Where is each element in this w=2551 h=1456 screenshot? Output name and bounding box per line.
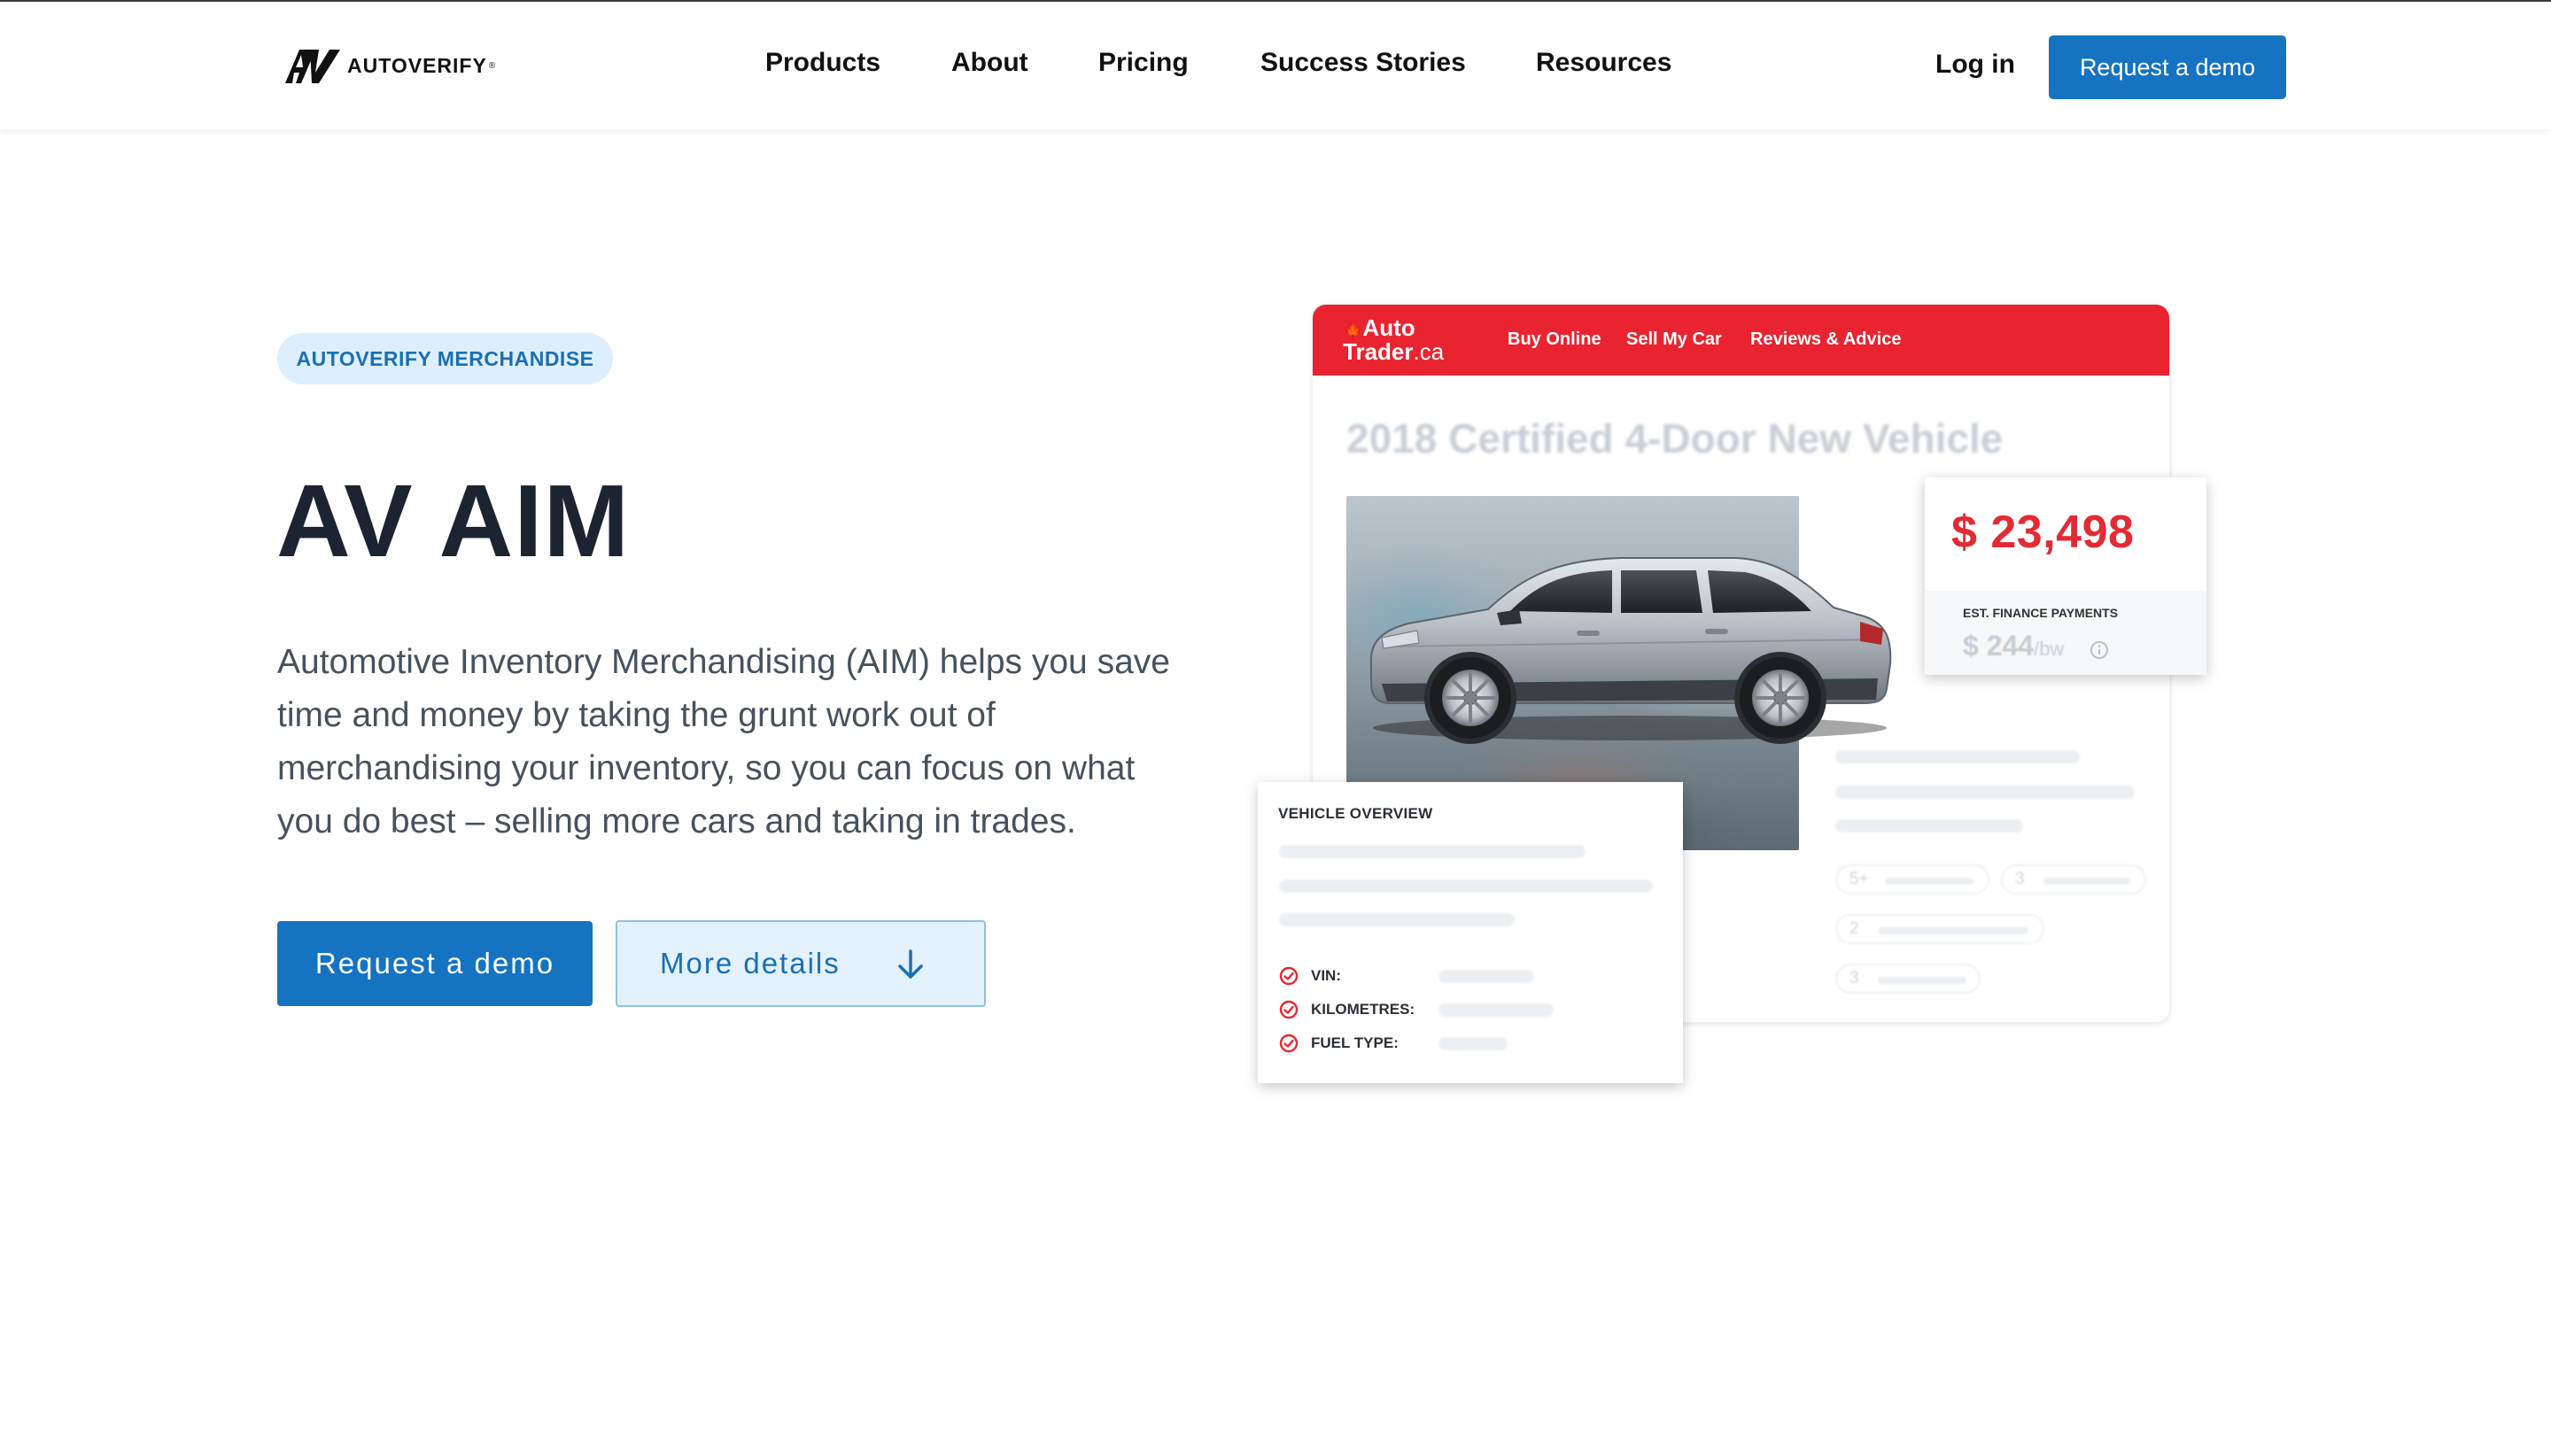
check-circle-icon <box>1279 1034 1299 1053</box>
price-card: $ 23,498 EST. FINANCE PAYMENTS $ 244/bw <box>1925 477 2206 675</box>
hero-description: Automotive Inventory Merchandising (AIM)… <box>277 643 1170 840</box>
finance-section: EST. FINANCE PAYMENTS $ 244/bw <box>1925 591 2206 675</box>
listing-title: 2018 Certified 4-Door New Vehicle <box>1346 415 2004 461</box>
nav-products[interactable]: Products <box>765 48 880 78</box>
placeholder-line <box>1279 879 1653 893</box>
suv-car-image <box>1369 557 1892 744</box>
overview-row-kilometres: KILOMETRES: <box>1279 999 1415 1020</box>
arrow-down-icon <box>898 949 923 979</box>
login-link[interactable]: Log in <box>1935 50 2015 80</box>
info-icon <box>2090 641 2108 659</box>
brand-logo[interactable]: AUTOVERIFY ® <box>283 46 495 85</box>
placeholder-line <box>1835 786 2135 799</box>
autotrader-logo: 🍁Auto Trader.ca <box>1343 314 1445 365</box>
vehicle-price: $ 23,498 <box>1951 507 2135 558</box>
autotrader-link-reviews: Reviews & Advice <box>1750 329 1902 349</box>
nav-about[interactable]: About <box>951 48 1028 78</box>
overview-title: VEHICLE OVERVIEW <box>1278 805 1433 822</box>
placeholder-line <box>1279 913 1515 926</box>
maple-leaf-icon: 🍁 <box>1343 321 1363 339</box>
placeholder-line <box>1438 1037 1508 1050</box>
page-title: AV AIM <box>276 463 631 578</box>
placeholder-line <box>1438 970 1534 983</box>
vehicle-overview-card: VEHICLE OVERVIEW VIN: KILOMETRES: FUEL T… <box>1258 782 1683 1083</box>
spec-pill: 5+ <box>1835 864 1989 895</box>
spec-pill: 3 <box>2001 864 2146 895</box>
check-circle-icon <box>1279 966 1299 986</box>
nav-resources[interactable]: Resources <box>1536 48 1671 78</box>
placeholder-line <box>1279 845 1586 858</box>
site-header: AUTOVERIFY ® Products About Pricing Succ… <box>0 2 2551 129</box>
autotrader-link-buy-online: Buy Online <box>1508 329 1601 349</box>
autoverify-logo-icon <box>285 50 340 83</box>
placeholder-line <box>1438 1003 1554 1017</box>
overview-row-fuel-type: FUEL TYPE: <box>1279 1033 1399 1054</box>
brand-name: AUTOVERIFY <box>347 53 487 77</box>
registered-mark: ® <box>488 60 496 71</box>
autotrader-link-sell-my-car: Sell My Car <box>1626 329 1722 349</box>
request-demo-button[interactable]: Request a demo <box>277 921 593 1006</box>
spec-pill: 2 <box>1835 914 2044 944</box>
more-details-label: More details <box>660 947 841 980</box>
check-circle-icon <box>1279 1000 1299 1019</box>
autotrader-header: 🍁Auto Trader.ca Buy Online Sell My Car R… <box>1313 305 2169 376</box>
nav-pricing[interactable]: Pricing <box>1098 48 1189 78</box>
finance-label: EST. FINANCE PAYMENTS <box>1963 606 2119 620</box>
overview-row-vin: VIN: <box>1279 965 1341 987</box>
finance-value: $ 244/bw <box>1963 630 2065 662</box>
more-details-button[interactable]: More details <box>616 920 986 1007</box>
placeholder-line <box>1835 819 2023 833</box>
spec-pill: 3 <box>1835 964 1981 994</box>
section-badge: AUTOVERIFY MERCHANDISE <box>277 333 613 384</box>
nav-success-stories[interactable]: Success Stories <box>1260 48 1466 78</box>
header-request-demo-button[interactable]: Request a demo <box>2049 35 2286 99</box>
placeholder-line <box>1835 750 2080 763</box>
